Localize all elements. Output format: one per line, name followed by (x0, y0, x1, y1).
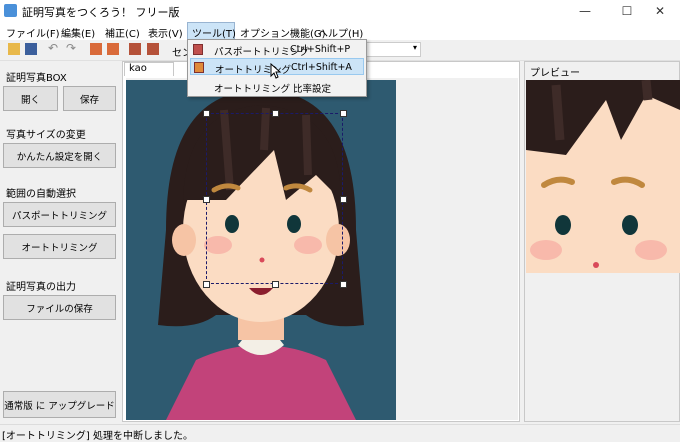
crop-handle-top[interactable] (272, 110, 279, 117)
dd-shortcut: Ctrl+Shift+A (291, 62, 352, 73)
auto-trimming-button[interactable]: オートトリミング (3, 234, 116, 259)
redo-icon[interactable]: ↷ (66, 41, 78, 55)
chevron-down-icon: ▾ (412, 43, 417, 52)
passport-trimming-button[interactable]: パスポートトリミング (3, 202, 116, 227)
mouse-cursor-icon (270, 63, 282, 79)
section-photo-size: 写真サイズの変更 (6, 130, 86, 141)
menu-view[interactable]: 表示(V) (148, 25, 183, 40)
preview-label: プレビュー (530, 68, 580, 79)
portrait-icon[interactable] (129, 43, 141, 55)
status-text: [オートトリミング] 処理を中断しました。 (2, 431, 193, 442)
preview-face (526, 80, 680, 273)
menu-options[interactable]: オプション機能(G) (240, 25, 326, 40)
maximize-button[interactable]: ☐ (612, 0, 642, 22)
dd-passport-trimming[interactable]: パスポートトリミング Ctrl+Shift+P (190, 41, 364, 58)
menu-help[interactable]: ヘルプ(H) (318, 25, 363, 40)
section-auto-select: 範囲の自動選択 (6, 189, 76, 200)
save-button[interactable]: 保存 (63, 86, 116, 111)
portrait-adjust-icon[interactable] (147, 43, 159, 55)
menu-file[interactable]: ファイル(F) (6, 25, 60, 40)
crop-handle-bottom-left[interactable] (203, 281, 210, 288)
dd-auto-trimming-ratio[interactable]: オートトリミング 比率設定 (190, 78, 364, 95)
save-disk-icon[interactable] (25, 43, 37, 55)
portrait-icon (193, 44, 203, 55)
open-folder-icon[interactable] (8, 43, 20, 55)
crop-handle-right[interactable] (340, 196, 347, 203)
save-file-button[interactable]: ファイルの保存 (3, 295, 116, 320)
section-photo-box: 証明写真BOX (6, 73, 67, 84)
close-button[interactable]: ✕ (645, 0, 675, 22)
menu-tools[interactable]: ツール(T) (192, 25, 236, 40)
crop-handle-top-right[interactable] (340, 110, 347, 117)
menu-edit[interactable]: 編集(E) (61, 25, 95, 40)
rotate-right-icon[interactable] (107, 43, 119, 55)
upgrade-button[interactable]: 通常版 に アップグレード (3, 391, 116, 418)
open-button[interactable]: 開く (3, 86, 58, 111)
crop-handle-left[interactable] (203, 196, 210, 203)
undo-icon[interactable]: ↶ (48, 41, 60, 55)
auto-portrait-icon (194, 62, 204, 73)
minimize-button[interactable]: — (570, 0, 600, 22)
dd-shortcut: Ctrl+Shift+P (290, 44, 351, 55)
app-icon (4, 4, 17, 17)
dd-label: オートトリミング 比率設定 (214, 84, 332, 95)
window-title: 証明写真をつくろう！ フリー版 (22, 6, 180, 19)
tab-kao[interactable]: kao (124, 62, 174, 76)
section-output: 証明写真の出力 (6, 282, 76, 293)
crop-handle-bottom[interactable] (272, 281, 279, 288)
menu-correct[interactable]: 補正(C) (105, 25, 140, 40)
crop-selection[interactable] (203, 110, 347, 288)
easy-settings-button[interactable]: かんたん設定を開く (3, 143, 116, 168)
preview-image (526, 80, 680, 273)
rotate-left-icon[interactable] (90, 43, 102, 55)
crop-handle-top-left[interactable] (203, 110, 210, 117)
crop-handle-bottom-right[interactable] (340, 281, 347, 288)
